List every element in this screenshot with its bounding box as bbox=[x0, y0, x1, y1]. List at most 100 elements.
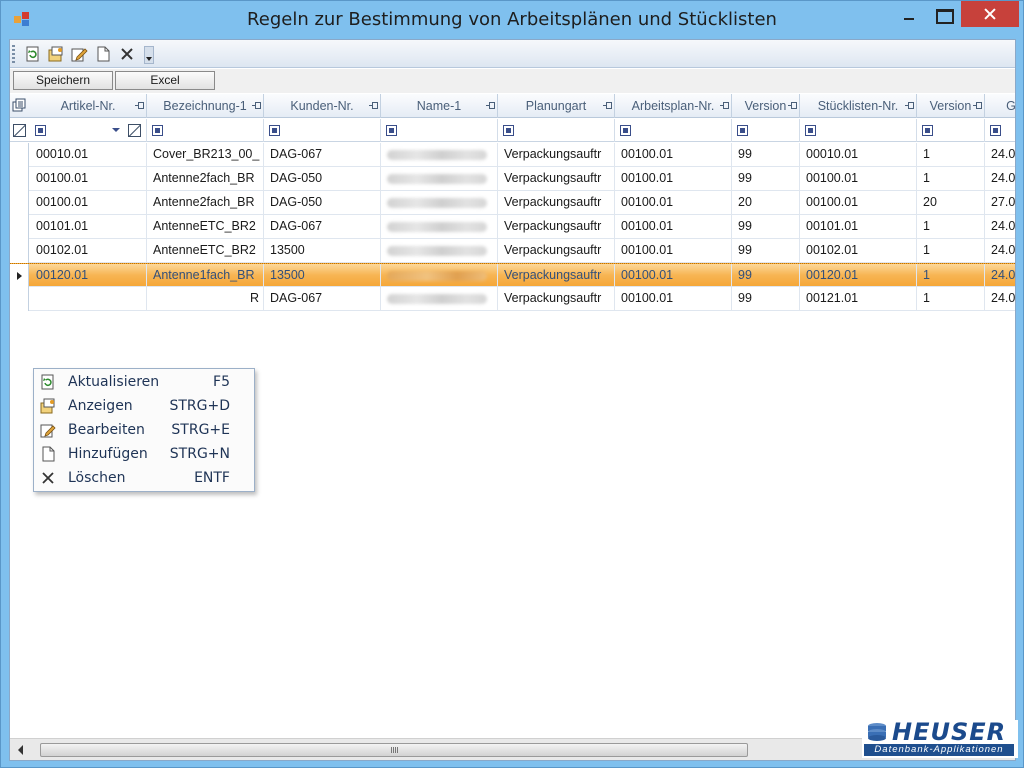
row-header[interactable] bbox=[10, 191, 29, 215]
cell-version[interactable]: 99 bbox=[732, 215, 800, 238]
filter-clear-icon[interactable] bbox=[128, 124, 141, 137]
toolbar-grip[interactable] bbox=[12, 45, 15, 63]
cell-version[interactable]: 99 bbox=[732, 239, 800, 262]
column-header-stuecklisten-nr[interactable]: Stücklisten-Nr. bbox=[800, 94, 917, 118]
cell-artikel-nr[interactable]: 00010.01 bbox=[30, 143, 147, 166]
column-chooser-icon[interactable] bbox=[12, 98, 27, 113]
cell-stuecklisten-nr[interactable]: 00100.01 bbox=[800, 191, 917, 214]
column-header-version-2[interactable]: Version bbox=[917, 94, 985, 118]
column-header-arbeitsplan-nr[interactable]: Arbeitsplan-Nr. bbox=[615, 94, 732, 118]
filter-cell-name-1[interactable] bbox=[381, 119, 498, 142]
table-row[interactable]: 00100.01 Antenne2fach_BR DAG-050 Verpackung… bbox=[10, 191, 1015, 215]
new-icon[interactable] bbox=[94, 45, 112, 63]
context-menu-item-delete[interactable]: Löschen ENTF bbox=[36, 466, 252, 490]
cell-stuecklisten-nr[interactable]: 00101.01 bbox=[800, 215, 917, 238]
column-header-ge[interactable]: Ge bbox=[985, 94, 1015, 118]
filter-cell-bezeichnung-1[interactable] bbox=[147, 119, 264, 142]
cell-artikel-nr[interactable]: 00120.01 bbox=[30, 264, 147, 287]
edit-icon[interactable] bbox=[70, 45, 88, 63]
cell-planungart[interactable]: Verpackungsauftr bbox=[498, 264, 615, 287]
cell-ge[interactable]: 24.0 bbox=[985, 287, 1015, 310]
filter-cell-stuecklisten-nr[interactable] bbox=[800, 119, 917, 142]
toolbar-overflow-button[interactable] bbox=[144, 46, 154, 64]
excel-button[interactable]: Excel bbox=[115, 71, 215, 90]
scrollbar-thumb[interactable] bbox=[40, 743, 748, 757]
filter-operator-icon[interactable] bbox=[620, 125, 631, 136]
cell-arbeitsplan-nr[interactable]: 00100.01 bbox=[615, 215, 732, 238]
cell-version-2[interactable]: 1 bbox=[917, 239, 985, 262]
save-button[interactable]: Speichern bbox=[13, 71, 113, 90]
pin-icon[interactable] bbox=[973, 102, 982, 109]
cell-name-1[interactable] bbox=[381, 167, 498, 190]
pin-icon[interactable] bbox=[720, 102, 729, 109]
context-menu-item-refresh[interactable]: Aktualisieren F5 bbox=[36, 370, 252, 394]
filter-cell-kunden-nr[interactable] bbox=[264, 119, 381, 142]
cell-arbeitsplan-nr[interactable]: 00100.01 bbox=[615, 143, 732, 166]
cell-version[interactable]: 99 bbox=[732, 143, 800, 166]
filter-operator-icon[interactable] bbox=[805, 125, 816, 136]
filter-operator-icon[interactable] bbox=[922, 125, 933, 136]
pin-icon[interactable] bbox=[788, 102, 797, 109]
pin-icon[interactable] bbox=[603, 102, 612, 109]
cell-artikel-nr[interactable]: 00101.01 bbox=[30, 215, 147, 238]
cell-version-2[interactable]: 1 bbox=[917, 167, 985, 190]
minimize-button[interactable] bbox=[889, 1, 929, 27]
cell-version-2[interactable]: 1 bbox=[917, 264, 985, 287]
title-bar[interactable]: Regeln zur Bestimmung von Arbeitsplänen … bbox=[1, 1, 1023, 39]
cell-planungart[interactable]: Verpackungsauftr bbox=[498, 191, 615, 214]
cell-version-2[interactable]: 20 bbox=[917, 191, 985, 214]
cell-name-1[interactable] bbox=[381, 143, 498, 166]
row-header[interactable] bbox=[10, 287, 29, 311]
filter-cell-arbeitsplan-nr[interactable] bbox=[615, 119, 732, 142]
cell-kunden-nr[interactable]: 13500 bbox=[264, 239, 381, 262]
row-header[interactable] bbox=[10, 264, 29, 288]
row-header[interactable] bbox=[10, 167, 29, 191]
cell-version[interactable]: 99 bbox=[732, 287, 800, 310]
cell-version[interactable]: 99 bbox=[732, 167, 800, 190]
cell-ge[interactable]: 24.0 bbox=[985, 143, 1015, 166]
filter-operator-icon[interactable] bbox=[990, 125, 1001, 136]
cell-version[interactable]: 20 bbox=[732, 191, 800, 214]
filter-cell-ge[interactable] bbox=[985, 119, 1015, 142]
cell-artikel-nr[interactable]: 00100.01 bbox=[30, 191, 147, 214]
filter-cell-planungart[interactable] bbox=[498, 119, 615, 142]
column-header-version[interactable]: Version bbox=[732, 94, 800, 118]
cell-bezeichnung-1[interactable]: AntenneETC_BR2 bbox=[147, 239, 264, 262]
table-row[interactable]: 00102.01 AntenneETC_BR2 13500 Verpackungsau… bbox=[10, 239, 1015, 263]
cell-name-1[interactable] bbox=[381, 191, 498, 214]
cell-bezeichnung-1[interactable]: Antenne1fach_BR bbox=[147, 264, 264, 287]
scroll-left-arrow[interactable] bbox=[18, 745, 23, 755]
data-grid[interactable]: Artikel-Nr. Bezeichnung-1 Kunden-Nr. Name-1… bbox=[10, 94, 1015, 738]
column-header-artikel-nr[interactable]: Artikel-Nr. bbox=[30, 94, 147, 118]
cell-ge[interactable]: 27.0 bbox=[985, 191, 1015, 214]
cell-planungart[interactable]: Verpackungsauftr bbox=[498, 287, 615, 310]
row-header[interactable] bbox=[10, 143, 29, 167]
cell-name-1[interactable] bbox=[381, 287, 498, 310]
pin-icon[interactable] bbox=[252, 102, 261, 109]
table-row[interactable]: R DAG-067 Verpackungsauftr 00100.01 99 00121.… bbox=[10, 287, 1015, 311]
cell-kunden-nr[interactable]: DAG-050 bbox=[264, 191, 381, 214]
cell-ge[interactable]: 24.0 bbox=[985, 167, 1015, 190]
cell-bezeichnung-1[interactable]: Antenne2fach_BR bbox=[147, 167, 264, 190]
row-header[interactable] bbox=[10, 215, 29, 239]
filter-operator-icon[interactable] bbox=[35, 125, 46, 136]
delete-icon[interactable] bbox=[118, 45, 136, 63]
show-icon[interactable] bbox=[47, 45, 65, 63]
filter-cell-version[interactable] bbox=[732, 119, 800, 142]
table-row[interactable]: 00120.01 Antenne1fach_BR 13500 Verpackungsa… bbox=[10, 263, 1015, 288]
cell-stuecklisten-nr[interactable]: 00120.01 bbox=[800, 264, 917, 287]
pin-icon[interactable] bbox=[369, 102, 378, 109]
column-header-kunden-nr[interactable]: Kunden-Nr. bbox=[264, 94, 381, 118]
filter-cell-version-2[interactable] bbox=[917, 119, 985, 142]
cell-arbeitsplan-nr[interactable]: 00100.01 bbox=[615, 167, 732, 190]
maximize-button[interactable] bbox=[925, 1, 961, 27]
cell-planungart[interactable]: Verpackungsauftr bbox=[498, 167, 615, 190]
column-header-bezeichnung-1[interactable]: Bezeichnung-1 bbox=[147, 94, 264, 118]
table-row[interactable]: 00101.01 AntenneETC_BR2 DAG-067 Verpackungs… bbox=[10, 215, 1015, 239]
cell-arbeitsplan-nr[interactable]: 00100.01 bbox=[615, 191, 732, 214]
context-menu-item-edit[interactable]: Bearbeiten STRG+E bbox=[36, 418, 252, 442]
row-header[interactable] bbox=[10, 239, 29, 263]
filter-dropdown-icon[interactable] bbox=[112, 128, 120, 132]
filter-operator-icon[interactable] bbox=[269, 125, 280, 136]
table-row[interactable]: 00100.01 Antenne2fach_BR DAG-050 Verpackung… bbox=[10, 167, 1015, 191]
